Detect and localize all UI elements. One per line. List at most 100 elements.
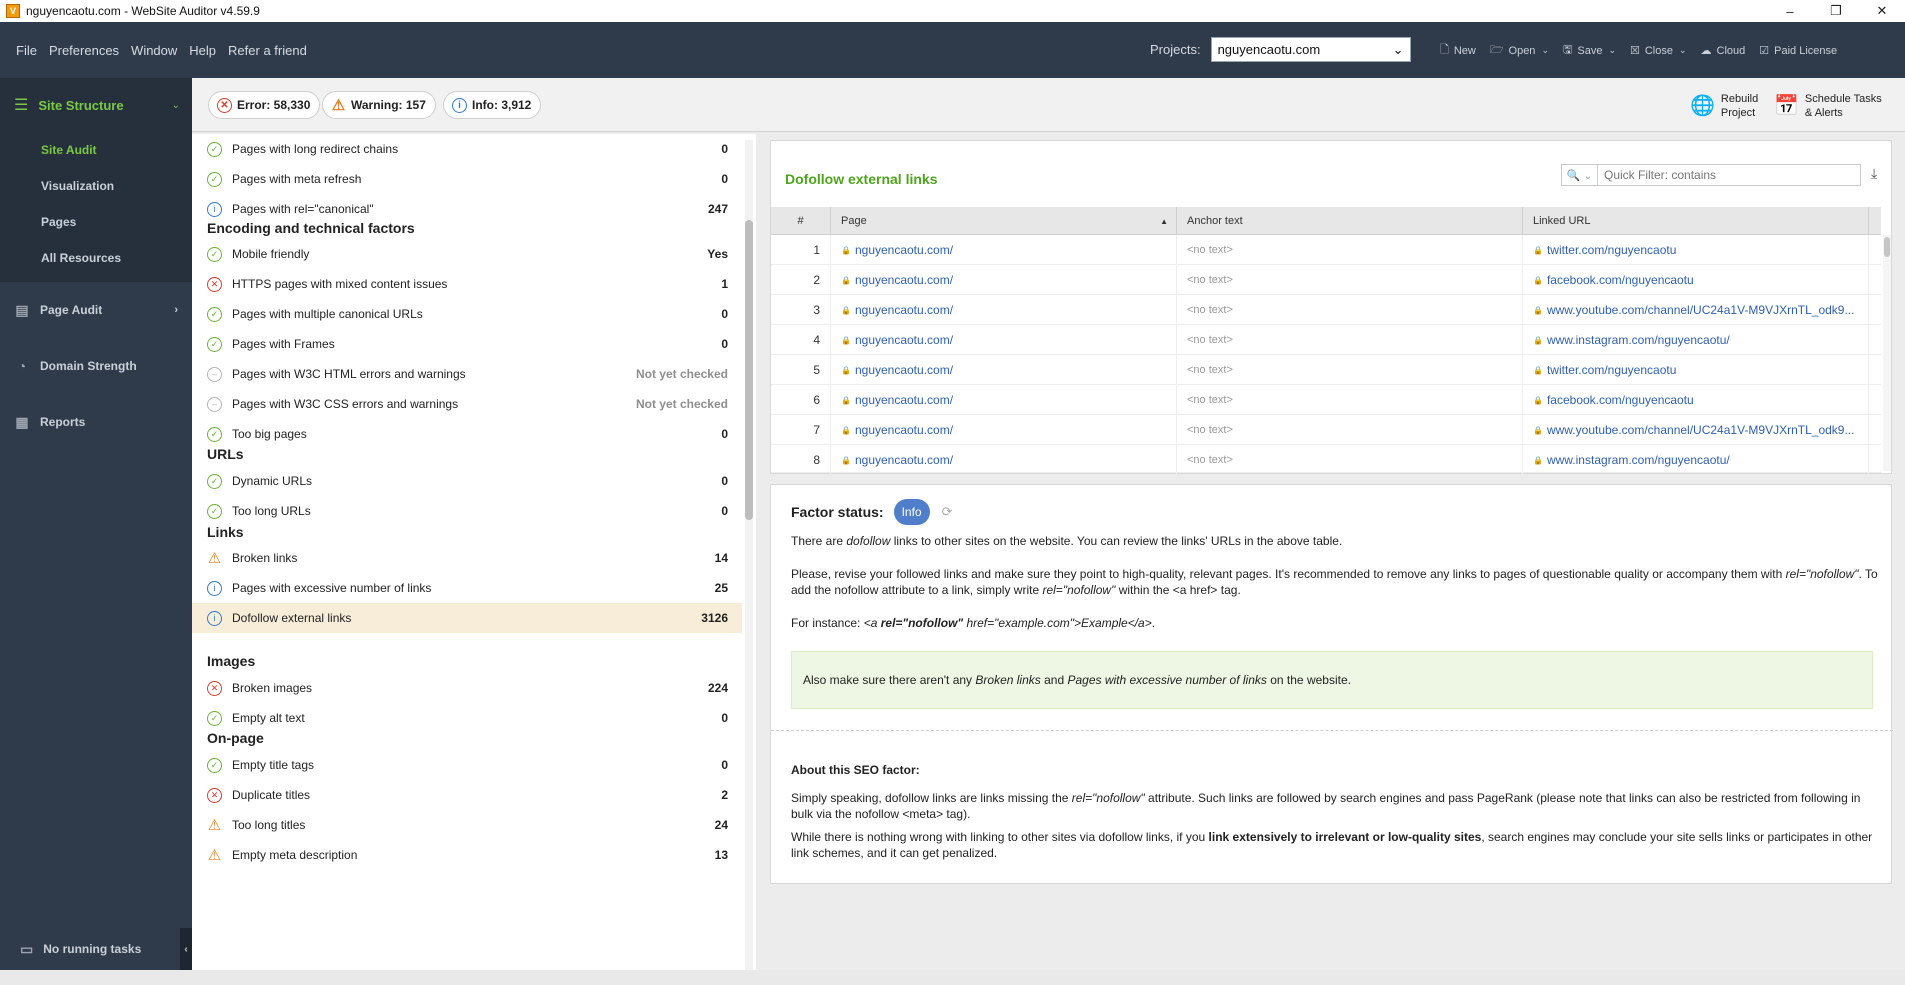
chevron-down-icon[interactable]: ⌄ [1541,45,1549,56]
sidebar-item-pages[interactable]: Pages [0,204,192,240]
schedule-tasks-button[interactable]: 📅 Schedule Tasks & Alerts [1774,92,1882,120]
url-cell[interactable]: 🔒 twitter.com/nguyencaotu [1523,235,1869,265]
factor-row[interactable]: ✓ Dynamic URLs 0 [192,466,742,496]
col-header-page[interactable]: Page ▲ [831,207,1177,235]
info-count-badge[interactable]: i Info: 3,912 [443,91,542,119]
collapse-sidebar-icon[interactable]: ‹ [180,928,192,970]
factor-row[interactable]: – Pages with W3C CSS errors and warnings N… [192,389,742,419]
page-cell[interactable]: 🔒 nguyencaotu.com/ [831,355,1177,385]
error-count-badge[interactable]: ✕ Error: 58,330 [208,91,321,119]
factor-row[interactable]: ✕ Duplicate titles 2 [192,780,742,810]
sidebar-item-page-audit[interactable]: ▤ Page Audit › [0,282,192,338]
close-window-icon[interactable]: ✕ [1859,0,1905,22]
refresh-icon[interactable]: ⟳ [942,504,953,520]
page-cell[interactable]: 🔒 nguyencaotu.com/ [831,385,1177,415]
page-cell[interactable]: 🔒 nguyencaotu.com/ [831,295,1177,325]
page-cell[interactable]: 🔒 nguyencaotu.com/ [831,235,1177,265]
save-button[interactable]: 🖫 Save ⌄ [1563,41,1616,60]
sidebar-item-reports[interactable]: ▦ Reports [0,394,192,450]
factor-row[interactable]: ✕ HTTPS pages with mixed content issues 1 [192,269,742,299]
url-link[interactable]: www.youtube.com/channel/UC24a1V-M9VJXrnT… [1547,423,1855,437]
col-header-anchor[interactable]: Anchor text [1177,207,1523,235]
search-icon[interactable]: 🔍 ⌄ [1562,165,1598,185]
open-button[interactable]: 🗁 Open ⌄ [1490,41,1549,60]
url-cell[interactable]: 🔒 www.youtube.com/channel/UC24a1V-M9VJXrn… [1523,295,1869,325]
factor-row[interactable]: ✓ Pages with Frames 0 [192,329,742,359]
factor-row[interactable]: ⚠ Broken links 14 [192,543,742,573]
table-row[interactable]: 6 🔒 nguyencaotu.com/ <no text> 🔒 facebook.… [771,385,1881,415]
scrollbar-thumb[interactable] [745,220,753,520]
sidebar-item-site-structure[interactable]: ☰ Site Structure ⌄ [0,78,192,132]
menu-window[interactable]: Window [131,43,177,58]
table-scrollbar[interactable] [1883,235,1891,471]
page-cell[interactable]: 🔒 nguyencaotu.com/ [831,415,1177,445]
close-project-button[interactable]: ☒ Close ⌄ [1630,44,1687,58]
new-button[interactable]: 🗋 New [1440,41,1476,60]
factor-row[interactable]: ⚠ Empty meta description 13 [192,840,742,870]
url-cell[interactable]: 🔒 www.instagram.com/nguyencaotu/ [1523,325,1869,355]
url-cell[interactable]: 🔒 www.youtube.com/channel/UC24a1V-M9VJXrn… [1523,415,1869,445]
page-cell[interactable]: 🔒 nguyencaotu.com/ [831,265,1177,295]
page-cell[interactable]: 🔒 nguyencaotu.com/ [831,445,1177,475]
factor-row[interactable]: ✓ Pages with meta refresh 0 [192,164,742,194]
col-header-num[interactable]: # [771,207,831,235]
chevron-down-icon[interactable]: ⌄ [1679,45,1687,56]
table-row[interactable]: 8 🔒 nguyencaotu.com/ <no text> 🔒 www.insta… [771,445,1881,475]
url-cell[interactable]: 🔒 twitter.com/nguyencaotu [1523,355,1869,385]
table-row[interactable]: 3 🔒 nguyencaotu.com/ <no text> 🔒 www.youtu… [771,295,1881,325]
factor-row[interactable]: ✓ Empty alt text 0 [192,703,742,733]
url-cell[interactable]: 🔒 www.instagram.com/nguyencaotu/ [1523,445,1869,475]
sidebar-item-domain-strength[interactable]: ◔ Domain Strength [0,338,192,394]
quick-filter-input[interactable] [1598,168,1848,182]
factor-row[interactable]: i Pages with excessive number of links 25 [192,573,742,603]
cloud-button[interactable]: ☁ Cloud [1701,44,1746,58]
factor-list-scrollbar[interactable] [745,140,753,970]
warning-count-badge[interactable]: ⚠ Warning: 157 [322,91,436,119]
factor-row-selected[interactable]: i Dofollow external links 3126 [192,603,742,633]
scrollbar-thumb[interactable] [1884,237,1890,257]
menu-file[interactable]: File [16,43,37,58]
url-link[interactable]: twitter.com/nguyencaotu [1547,363,1676,377]
factor-row[interactable]: ✓ Too big pages 0 [192,419,742,449]
factor-row[interactable]: – Pages with W3C HTML errors and warnings… [192,359,742,389]
chevron-down-icon[interactable]: ⌄ [1608,45,1616,56]
factor-row[interactable]: ✓ Mobile friendly Yes [192,239,742,269]
table-row[interactable]: 7 🔒 nguyencaotu.com/ <no text> 🔒 www.youtu… [771,415,1881,445]
url-link[interactable]: facebook.com/nguyencaotu [1547,393,1694,407]
url-link[interactable]: facebook.com/nguyencaotu [1547,273,1694,287]
factor-row[interactable]: ✓ Too long URLs 0 [192,496,742,526]
page-link[interactable]: nguyencaotu.com/ [855,453,953,467]
url-link[interactable]: twitter.com/nguyencaotu [1547,243,1676,257]
menu-refer-friend[interactable]: Refer a friend [228,43,307,58]
page-link[interactable]: nguyencaotu.com/ [855,243,953,257]
url-cell[interactable]: 🔒 facebook.com/nguyencaotu [1523,265,1869,295]
factor-row[interactable]: ⚠ Too long titles 24 [192,810,742,840]
sidebar-item-all-resources[interactable]: All Resources [0,240,192,276]
maximize-icon[interactable]: ❐ [1813,0,1859,22]
table-row[interactable]: 2 🔒 nguyencaotu.com/ <no text> 🔒 facebook.… [771,265,1881,295]
factor-row[interactable]: ✓ Pages with long redirect chains 0 [192,134,742,164]
factor-row[interactable]: ✕ Broken images 224 [192,673,742,703]
table-row[interactable]: 5 🔒 nguyencaotu.com/ <no text> 🔒 twitter.c… [771,355,1881,385]
page-link[interactable]: nguyencaotu.com/ [855,393,953,407]
table-row[interactable]: 4 🔒 nguyencaotu.com/ <no text> 🔒 www.insta… [771,325,1881,355]
rebuild-project-button[interactable]: 🌐 Rebuild Project [1690,92,1758,120]
menu-help[interactable]: Help [189,43,216,58]
url-cell[interactable]: 🔒 facebook.com/nguyencaotu [1523,385,1869,415]
sidebar-item-site-audit[interactable]: Site Audit [0,132,192,168]
factor-row[interactable]: ✓ Pages with multiple canonical URLs 0 [192,299,742,329]
page-link[interactable]: nguyencaotu.com/ [855,303,953,317]
paid-license-button[interactable]: ☑ Paid License [1759,44,1837,58]
page-link[interactable]: nguyencaotu.com/ [855,363,953,377]
status-badge[interactable]: Info [893,499,930,525]
page-link[interactable]: nguyencaotu.com/ [855,423,953,437]
table-row[interactable]: 1 🔒 nguyencaotu.com/ <no text> 🔒 twitter.c… [771,235,1881,265]
page-link[interactable]: nguyencaotu.com/ [855,333,953,347]
factor-row[interactable]: ✓ Empty title tags 0 [192,750,742,780]
sidebar-item-visualization[interactable]: Visualization [0,168,192,204]
running-tasks[interactable]: ▭ No running tasks ‹ [0,928,192,970]
panel-splitter[interactable] [756,134,770,970]
export-icon[interactable]: ⤓ [1871,165,1877,182]
url-link[interactable]: www.youtube.com/channel/UC24a1V-M9VJXrnT… [1547,303,1855,317]
projects-dropdown[interactable]: nguyencaotu.com ⌄ [1210,37,1411,62]
